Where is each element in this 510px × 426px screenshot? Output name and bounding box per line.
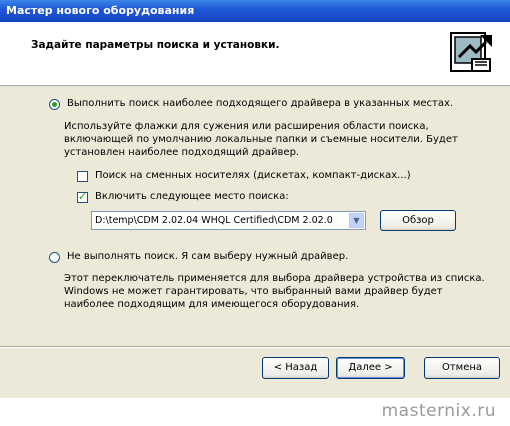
search-description: Используйте флажки для сужения или расши… [64, 121, 458, 158]
browse-button[interactable]: Обзор [380, 210, 456, 231]
wizard-header: Задайте параметры поиска и установки. [0, 22, 510, 86]
chevron-down-icon[interactable]: ▼ [349, 213, 364, 228]
removable-media-label: Поиск на сменных носителях (дискетах, ко… [95, 170, 411, 181]
removable-media-checkbox[interactable] [77, 171, 88, 182]
back-button[interactable]: < Назад [262, 357, 329, 379]
include-location-label: Включить следующее место поиска: [95, 191, 289, 202]
search-radio-label: Выполнить поиск наиболее подходящего дра… [67, 98, 454, 109]
search-path-combobox[interactable]: D:\temp\CDM 2.02.04 WHQL Certified\CDM 2… [91, 211, 366, 230]
manual-description: Этот переключатель применяется для выбор… [64, 273, 485, 310]
next-button[interactable]: Далее > [336, 357, 405, 379]
search-path-value: D:\temp\CDM 2.02.04 WHQL Certified\CDM 2… [95, 215, 333, 226]
include-location-checkbox[interactable] [77, 190, 88, 203]
search-radio[interactable] [49, 99, 60, 110]
wizard-window: Мастер нового оборудования Задайте парам… [0, 0, 510, 398]
header-title: Задайте параметры поиска и установки. [31, 39, 280, 51]
manual-radio-label: Не выполнять поиск. Я сам выберу нужный … [67, 251, 349, 262]
hardware-wizard-icon [450, 32, 492, 72]
manual-radio[interactable] [49, 252, 60, 263]
cancel-button[interactable]: Отмена [424, 357, 500, 379]
title-bar: Мастер нового оборудования [0, 0, 510, 22]
footer-separator [0, 346, 510, 348]
watermark-text: masternix.ru [381, 401, 496, 421]
